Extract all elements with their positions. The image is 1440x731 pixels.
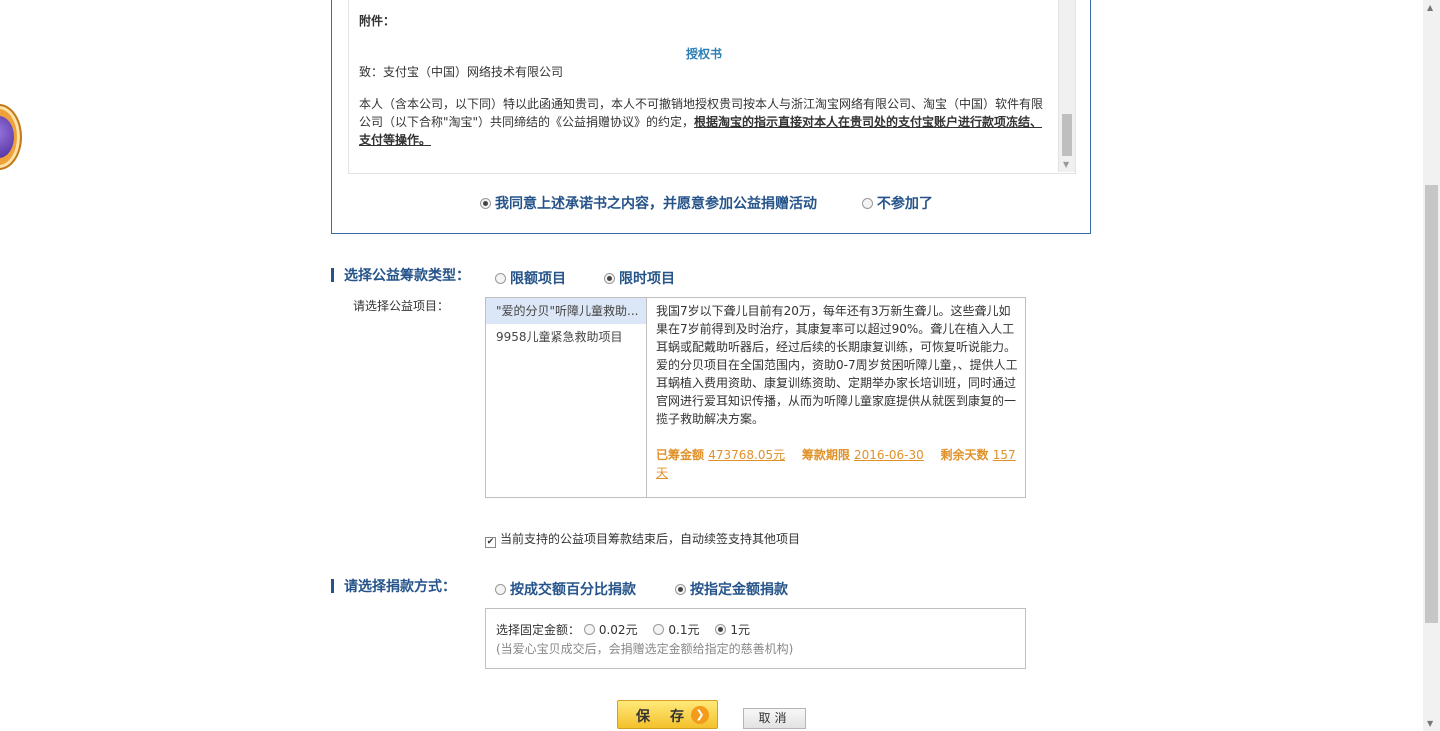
- agreement-options: 我同意上述承诺书之内容，并愿意参加公益捐赠活动 不参加了: [480, 193, 973, 213]
- deadline-label: 筹款期限: [801, 448, 850, 462]
- auto-renew-label: 当前支持的公益项目筹款结束后，自动续签支持其他项目: [500, 532, 801, 546]
- project-list[interactable]: "爱的分贝"听障儿童救助... 9958儿童紧急救助项目: [486, 298, 647, 497]
- project-stats: 已筹金额 473768.05元 筹款期限 2016-06-30 剩余天数 157…: [656, 446, 1018, 482]
- limited-amount-label: 限额项目: [510, 271, 566, 287]
- project-description: 我国7岁以下聋儿目前有20万，每年还有3万新生聋儿。这些聋儿如果在7岁前得到及时…: [656, 304, 1018, 426]
- decline-radio[interactable]: [861, 198, 873, 209]
- save-button[interactable]: 保存 ❯: [617, 700, 718, 729]
- donation-method-header: 请选择捐款方式：: [331, 576, 456, 596]
- scroll-up-arrow-icon[interactable]: ▲: [1427, 3, 1433, 12]
- agreement-scrollbar[interactable]: ▼: [1058, 0, 1075, 172]
- raised-value: 473768.05元: [708, 448, 786, 462]
- percent-donation-radio[interactable]: [495, 584, 506, 595]
- amount-radio[interactable]: [715, 624, 727, 635]
- fixed-donation-option[interactable]: 按指定金额捐款: [675, 579, 788, 599]
- agree-radio[interactable]: [480, 198, 491, 209]
- project-select-label: 请选择公益项目：: [353, 299, 450, 313]
- agreement-panel: 附件： 授权书 致：支付宝（中国）网络技术有限公司 本人（含本公司，以下同）特以…: [331, 0, 1091, 234]
- raised-label: 已筹金额: [656, 448, 705, 462]
- amount-label: 0.02元: [598, 623, 638, 637]
- arrow-right-icon: ❯: [691, 706, 709, 724]
- authorization-body: 本人（含本公司，以下同）特以此函通知贵司，本人不可撤销地授权贵司按本人与浙江淘宝…: [359, 95, 1049, 149]
- scroll-down-arrow-icon[interactable]: ▼: [1427, 719, 1433, 728]
- project-selector: "爱的分贝"听障儿童救助... 9958儿童紧急救助项目 我国7岁以下聋儿目前有…: [485, 297, 1026, 498]
- agreement-scroll-area[interactable]: 附件： 授权书 致：支付宝（中国）网络技术有限公司 本人（含本公司，以下同）特以…: [348, 0, 1076, 174]
- amount-option-0.02[interactable]: 0.02元: [583, 623, 638, 637]
- fixed-donation-radio[interactable]: [675, 584, 686, 595]
- auto-renew-checkbox[interactable]: ✔: [485, 537, 496, 548]
- agree-option[interactable]: 我同意上述承诺书之内容，并愿意参加公益捐赠活动: [480, 193, 817, 213]
- percent-donation-label: 按成交额百分比捐款: [510, 582, 636, 598]
- limited-amount-option[interactable]: 限额项目: [495, 268, 566, 288]
- fixed-amount-note: (当爱心宝贝成交后，会捐赠选定金额给指定的慈善机构): [496, 642, 794, 656]
- limited-time-radio[interactable]: [604, 273, 615, 284]
- decline-option-label: 不参加了: [876, 196, 933, 212]
- fixed-amount-label: 选择固定金额：: [496, 623, 581, 637]
- section-bar: [331, 268, 334, 282]
- agreement-scrollbar-thumb[interactable]: [1062, 114, 1072, 156]
- cancel-button[interactable]: 取消: [743, 708, 806, 729]
- page-scrollbar-thumb[interactable]: [1425, 185, 1438, 623]
- fund-type-label: 选择公益筹款类型：: [344, 268, 470, 284]
- floating-badge[interactable]: [0, 104, 22, 170]
- days-left-label: 剩余天数: [940, 448, 989, 462]
- limited-amount-radio[interactable]: [495, 273, 506, 284]
- attachment-label: 附件：: [359, 14, 396, 28]
- deadline-value: 2016-06-30: [854, 448, 924, 462]
- amount-radio[interactable]: [653, 624, 665, 635]
- agree-option-label: 我同意上述承诺书之内容，并愿意参加公益捐赠活动: [495, 196, 817, 212]
- decline-option[interactable]: 不参加了: [861, 193, 933, 213]
- badge-icon: [0, 116, 14, 158]
- scroll-down-arrow-icon[interactable]: ▼: [1063, 160, 1069, 169]
- fund-type-header: 选择公益筹款类型：: [331, 265, 470, 285]
- auto-renew-option[interactable]: ✔ 当前支持的公益项目筹款结束后，自动续签支持其他项目: [485, 530, 800, 548]
- amount-option-1[interactable]: 1元: [715, 623, 750, 637]
- fixed-amount-box: 选择固定金额： 0.02元 0.1元 1元 (当爱心宝贝成交后，会捐赠选定金额给…: [485, 608, 1026, 669]
- project-item-aidefenbei[interactable]: "爱的分贝"听障儿童救助...: [486, 298, 646, 324]
- section-bar: [331, 579, 334, 593]
- amount-radio[interactable]: [583, 624, 595, 635]
- amount-label: 1元: [730, 623, 750, 637]
- fixed-amount-row: 选择固定金额： 0.02元 0.1元 1元: [496, 621, 762, 638]
- authorization-title: 授权书: [685, 47, 722, 61]
- limited-time-label: 限时项目: [619, 271, 675, 287]
- amount-option-0.1[interactable]: 0.1元: [653, 623, 700, 637]
- donation-method-label: 请选择捐款方式：: [344, 579, 456, 595]
- limited-time-option[interactable]: 限时项目: [604, 268, 675, 288]
- page-scrollbar[interactable]: ▲ ▼: [1423, 0, 1440, 731]
- amount-label: 0.1元: [668, 623, 700, 637]
- percent-donation-option[interactable]: 按成交额百分比捐款: [495, 579, 636, 599]
- project-item-9958[interactable]: 9958儿童紧急救助项目: [486, 324, 646, 350]
- addressee-line: 致：支付宝（中国）网络技术有限公司: [359, 65, 564, 79]
- fixed-donation-label: 按指定金额捐款: [690, 582, 788, 598]
